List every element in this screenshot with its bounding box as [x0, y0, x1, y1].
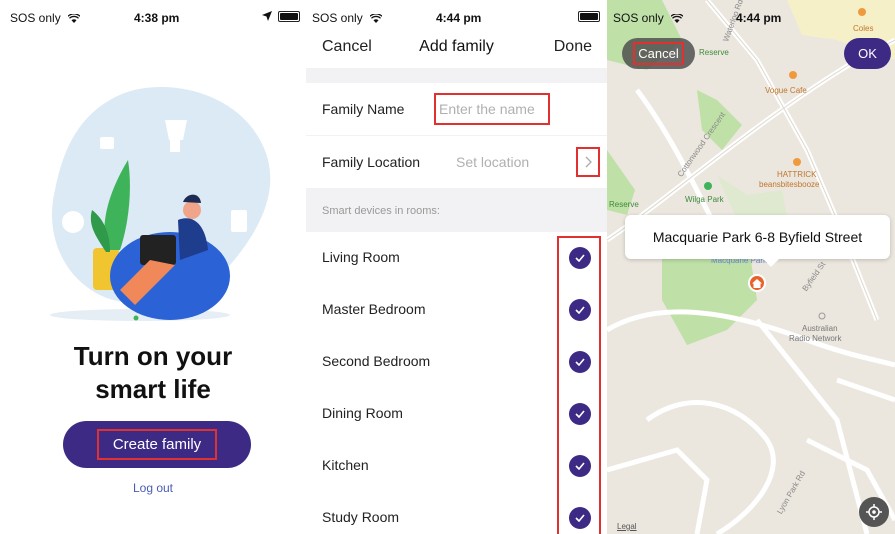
- carrier-label: SOS only: [10, 11, 81, 25]
- status-bar: SOS only 4:38 pm: [0, 0, 306, 34]
- cafe-marker-icon: [789, 71, 797, 79]
- carrier-label: SOS only: [312, 11, 383, 25]
- welcome-screen: SOS only 4:38 pm Turn on your smart life…: [0, 0, 306, 534]
- room-name: Living Room: [322, 249, 400, 265]
- speaker-icon: [62, 211, 84, 233]
- chevron-right-icon: [585, 156, 592, 168]
- family-location-label: Family Location: [322, 154, 421, 170]
- map-view[interactable]: [607, 0, 895, 534]
- family-location-row[interactable]: Family Location Set location: [306, 136, 607, 188]
- checkmark-icon[interactable]: [569, 403, 591, 425]
- battery-icon: [278, 11, 300, 22]
- location-arrow-icon: [262, 11, 272, 21]
- checkmark-icon[interactable]: [569, 351, 591, 373]
- room-item-dining-room[interactable]: Dining Room: [306, 388, 607, 440]
- carrier-label: SOS only: [613, 11, 684, 25]
- map-label-vogue-cafe: Vogue Cafe: [765, 86, 807, 95]
- logout-link[interactable]: Log out: [0, 481, 306, 495]
- welcome-headline: Turn on your smart life: [0, 340, 306, 406]
- map-label-reserve-left: Reserve: [609, 200, 639, 209]
- family-name-label: Family Name: [322, 101, 405, 117]
- status-time: 4:44 pm: [736, 11, 782, 25]
- location-chevron-button[interactable]: [576, 147, 600, 177]
- wifi-icon: [68, 14, 81, 23]
- map-label-radio-network: Radio Network: [789, 334, 842, 343]
- map-ok-button[interactable]: OK: [844, 38, 891, 69]
- status-bar: SOS only 4:44 pm: [607, 0, 895, 34]
- family-name-row: Family Name: [306, 83, 607, 135]
- checkmark-icon[interactable]: [569, 299, 591, 321]
- cafe-marker-icon: [793, 158, 801, 166]
- room-item-living-room[interactable]: Living Room: [306, 232, 607, 284]
- address-text: Macquarie Park 6-8 Byfield Street: [652, 229, 863, 245]
- add-family-screen: SOS only 4:44 pm Cancel Add family Done …: [306, 0, 607, 534]
- rooms-section-header: Smart devices in rooms:: [322, 205, 440, 217]
- create-family-label: Create family: [96, 429, 218, 460]
- map-cancel-label: Cancel: [633, 42, 684, 65]
- checkmark-icon[interactable]: [569, 507, 591, 529]
- family-name-input[interactable]: [434, 93, 550, 125]
- map-label-reserve-top: Reserve: [699, 48, 729, 57]
- crosshair-icon: [866, 504, 882, 520]
- checkmark-icon[interactable]: [569, 455, 591, 477]
- room-item-second-bedroom[interactable]: Second Bedroom: [306, 336, 607, 388]
- map-label-hattrick: HATTRICK: [777, 170, 817, 179]
- nav-bar: Cancel Add family Done: [306, 28, 607, 68]
- room-name: Dining Room: [322, 405, 403, 421]
- rooms-list: Living Room Master Bedroom Second Bedroo…: [306, 232, 607, 534]
- battery-icon: [578, 11, 600, 22]
- set-location-value[interactable]: Set location: [456, 154, 529, 170]
- map-cancel-button[interactable]: Cancel: [622, 38, 695, 69]
- switch-icon: [231, 210, 247, 232]
- wifi-icon: [370, 14, 383, 23]
- room-name: Master Bedroom: [322, 301, 426, 317]
- wifi-icon: [671, 14, 684, 23]
- headline-line-1: Turn on your: [73, 341, 233, 371]
- home-pin-icon[interactable]: [748, 274, 766, 292]
- room-item-kitchen[interactable]: Kitchen: [306, 440, 607, 492]
- smart-life-illustration: [50, 87, 271, 321]
- map-label-wilga-park: Wilga Park: [685, 195, 724, 204]
- room-item-master-bedroom[interactable]: Master Bedroom: [306, 284, 607, 336]
- room-name: Study Room: [322, 509, 400, 525]
- create-family-button[interactable]: Create family: [63, 421, 251, 468]
- map-label-hattrick-sub: beansbitesbooze: [759, 180, 820, 189]
- map-label-coles: Coles: [853, 24, 874, 33]
- status-time: 4:44 pm: [436, 11, 482, 25]
- park-marker-icon: [704, 182, 712, 190]
- room-item-study-room[interactable]: Study Room: [306, 492, 607, 534]
- legal-link[interactable]: Legal: [617, 522, 637, 531]
- device-icon: [100, 137, 114, 149]
- done-button[interactable]: Done: [554, 38, 592, 56]
- room-name: Kitchen: [322, 457, 369, 473]
- address-callout: Macquarie Park 6-8 Byfield Street: [625, 215, 890, 267]
- map-location-screen: SOS only 4:44 pm Coles Reserve Vogue Caf…: [607, 0, 895, 534]
- room-name: Second Bedroom: [322, 353, 431, 369]
- status-time: 4:38 pm: [134, 11, 180, 25]
- map-label-australian: Australian: [802, 324, 838, 333]
- checkmark-icon[interactable]: [569, 247, 591, 269]
- headline-line-2: smart life: [95, 374, 211, 404]
- locate-me-button[interactable]: [859, 497, 889, 527]
